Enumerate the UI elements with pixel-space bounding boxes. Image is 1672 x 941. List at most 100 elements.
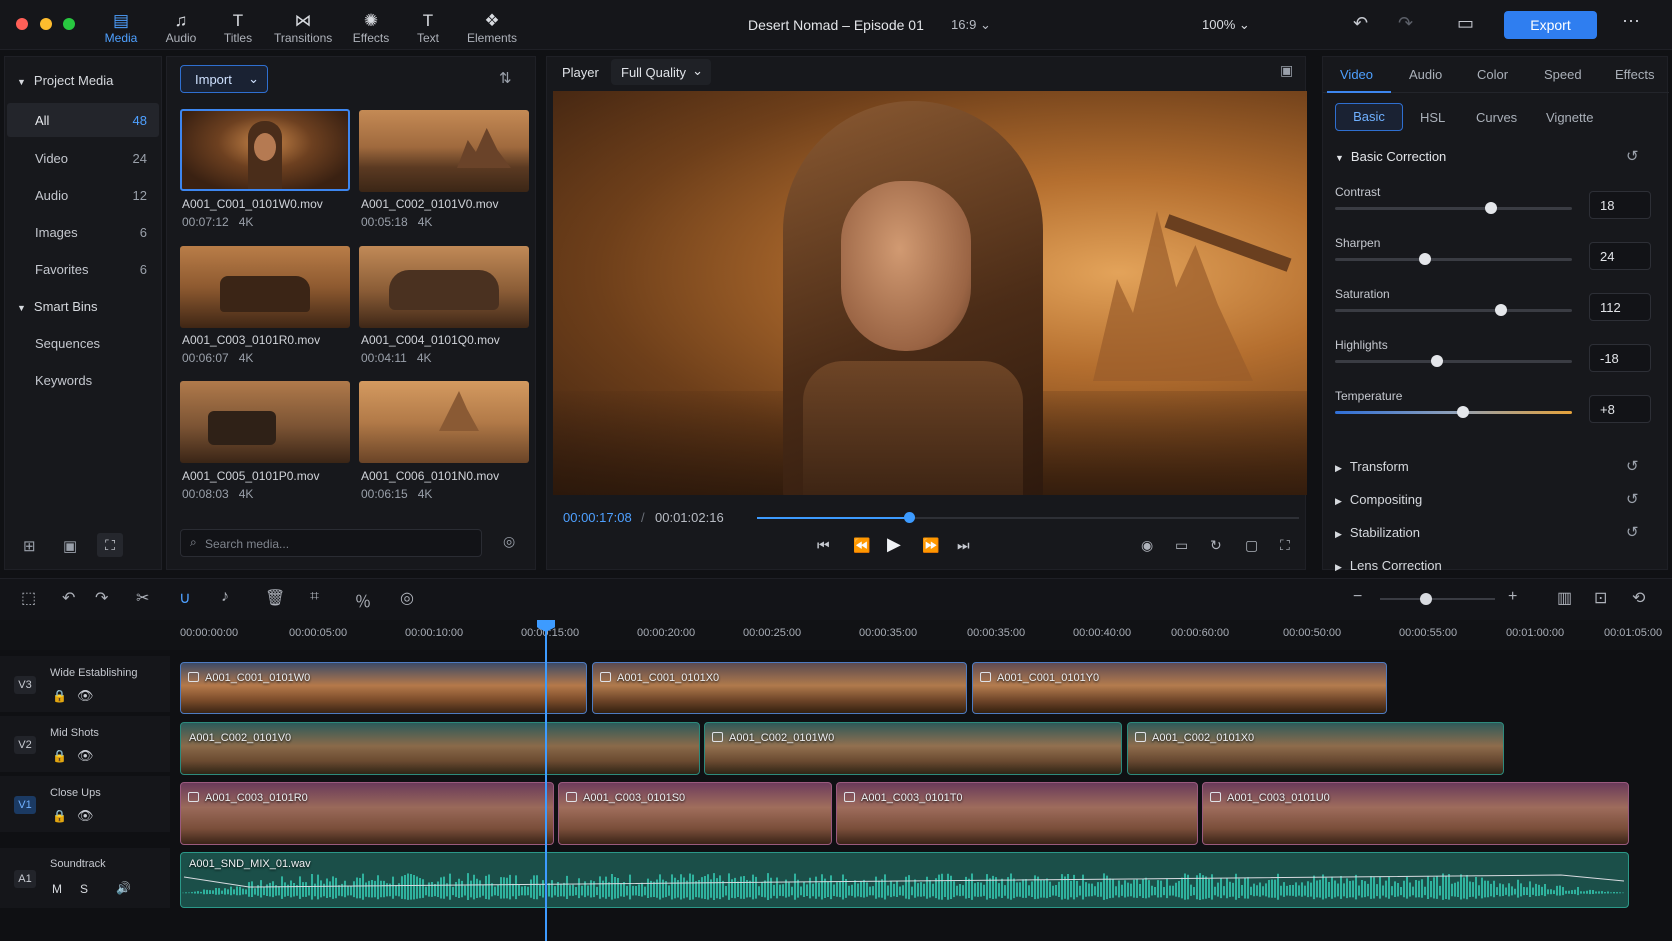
filter-icon[interactable]: ◎ <box>503 533 515 550</box>
minimize-window-button[interactable] <box>40 18 52 30</box>
timeline-clip[interactable]: A001_C001_0101X0 <box>592 662 967 714</box>
stabilization-section[interactable]: ▶ Stabilization <box>1335 525 1420 540</box>
media-thumbnail[interactable] <box>180 109 350 191</box>
sharpen-value-input[interactable]: 24 <box>1589 242 1651 270</box>
search-field[interactable]: ⌕ Search media... <box>180 529 482 557</box>
sidebar-item-video[interactable]: Video 24 <box>7 141 159 175</box>
toolbar-elements[interactable]: ❖ Elements <box>463 11 521 47</box>
lock-icon[interactable]: 🔒 <box>52 689 67 703</box>
skip-to-start-icon[interactable]: ⏮ <box>817 537 830 554</box>
quality-dropdown[interactable]: Full Quality ⌄ <box>611 59 711 85</box>
list-view-icon[interactable]: ⊞ <box>23 537 36 555</box>
highlights-value-input[interactable]: -18 <box>1589 344 1651 372</box>
track-id-a1[interactable]: A1 <box>14 870 36 888</box>
fullscreen-icon[interactable]: ⛶ <box>1280 537 1290 554</box>
toolbar-media[interactable]: ▤ Media <box>92 11 150 47</box>
undo-icon[interactable]: ↶ <box>1353 13 1368 34</box>
more-icon[interactable]: ⋯ <box>1622 11 1640 32</box>
eye-icon[interactable]: 👁 <box>77 748 94 764</box>
volume-icon[interactable]: 🔊 <box>116 881 131 895</box>
play-icon[interactable]: ▶ <box>887 534 901 555</box>
smart-bins-header[interactable]: ▼ Smart Bins <box>17 299 98 314</box>
eye-icon[interactable]: 👁 <box>77 808 94 824</box>
timeline-clip[interactable]: A001_C002_0101W0 <box>704 722 1122 775</box>
subtab-basic[interactable]: Basic <box>1335 103 1403 131</box>
crop-preview-icon[interactable]: ▢ <box>1245 537 1258 554</box>
settings-icon[interactable]: ⟲ <box>1632 588 1645 608</box>
step-back-icon[interactable]: ⏪ <box>853 537 870 554</box>
lock-icon[interactable]: 🔒 <box>52 809 67 823</box>
project-media-header[interactable]: ▼ Project Media <box>17 73 113 88</box>
scrub-bar[interactable] <box>757 512 1299 523</box>
media-thumbnail[interactable] <box>180 381 350 463</box>
slider-handle[interactable] <box>1495 304 1507 316</box>
fullscreen-view-icon[interactable]: ⛶ <box>97 533 123 557</box>
basic-correction-header[interactable]: ▼ Basic Correction <box>1335 149 1446 164</box>
zoom-handle[interactable] <box>1420 593 1432 605</box>
solo-button[interactable]: S <box>80 882 88 896</box>
timeline-clip[interactable]: A001_C003_0101R0 <box>180 782 554 845</box>
subtab-vignette[interactable]: Vignette <box>1546 110 1593 125</box>
slider-handle[interactable] <box>1419 253 1431 265</box>
close-window-button[interactable] <box>16 18 28 30</box>
lock-icon[interactable]: 🔒 <box>52 749 67 763</box>
speed-icon[interactable]: ％ <box>355 588 371 612</box>
toolbar-effects[interactable]: ✺ Effects <box>342 11 400 47</box>
temperature-value-input[interactable]: +8 <box>1589 395 1651 423</box>
undo-icon[interactable]: ↶ <box>62 588 75 608</box>
sidebar-item-keywords[interactable]: Keywords <box>35 373 92 388</box>
toolbar-audio[interactable]: ♫ Audio <box>152 11 210 47</box>
import-dropdown[interactable]: Import ⌄ <box>180 65 268 93</box>
playhead[interactable] <box>545 620 547 941</box>
step-forward-icon[interactable]: ⏩ <box>922 537 939 554</box>
snapshot-icon[interactable]: ◉ <box>1141 537 1153 554</box>
tab-color[interactable]: Color <box>1477 67 1508 82</box>
saturation-slider[interactable] <box>1335 304 1572 316</box>
audio-detach-icon[interactable]: ♪ <box>221 588 229 606</box>
track-id-v2[interactable]: V2 <box>14 736 36 754</box>
timeline-clip[interactable]: A001_C003_0101U0 <box>1202 782 1629 845</box>
maximize-window-button[interactable] <box>63 18 75 30</box>
toolbar-titles[interactable]: T Titles <box>209 11 267 47</box>
sidebar-item-sequences[interactable]: Sequences <box>35 336 100 351</box>
timeline-zoom-slider[interactable] <box>1380 593 1495 605</box>
tab-video[interactable]: Video <box>1340 67 1373 82</box>
zoom-in-icon[interactable]: + <box>1508 588 1517 606</box>
contrast-value-input[interactable]: 18 <box>1589 191 1651 219</box>
track-id-v1[interactable]: V1 <box>14 796 36 814</box>
timeline-clip[interactable]: A001_C003_0101S0 <box>558 782 832 845</box>
crop-icon[interactable]: ⌗ <box>310 588 319 606</box>
scrub-handle[interactable] <box>903 512 915 523</box>
reset-icon[interactable]: ↺ <box>1626 457 1639 475</box>
grid-view-icon[interactable]: ▣ <box>63 537 77 555</box>
timeline-clip[interactable]: A001_C003_0101T0 <box>836 782 1198 845</box>
reset-icon[interactable]: ↺ <box>1626 523 1639 541</box>
compositing-section[interactable]: ▶ Compositing <box>1335 492 1422 507</box>
transform-section[interactable]: ▶ Transform <box>1335 459 1409 474</box>
contrast-slider[interactable] <box>1335 202 1572 214</box>
sharpen-slider[interactable] <box>1335 253 1572 265</box>
snap-icon[interactable]: ⊡ <box>1594 588 1607 608</box>
saturation-value-input[interactable]: 112 <box>1589 293 1651 321</box>
mute-button[interactable]: M <box>52 882 62 896</box>
timeline-clip[interactable]: A001_C002_0101V0 <box>180 722 700 775</box>
zoom-out-icon[interactable]: − <box>1353 588 1362 606</box>
reset-icon[interactable]: ↺ <box>1626 490 1639 508</box>
fit-icon[interactable]: ▥ <box>1557 588 1572 608</box>
export-button[interactable]: Export <box>1504 11 1597 39</box>
track-id-v3[interactable]: V3 <box>14 676 36 694</box>
tab-effects[interactable]: Effects <box>1615 67 1655 82</box>
select-tool-icon[interactable]: ⬚ <box>21 588 36 608</box>
reset-icon[interactable]: ↺ <box>1626 147 1639 165</box>
timeline-clip[interactable]: A001_C002_0101X0 <box>1127 722 1504 775</box>
slider-handle[interactable] <box>1485 202 1497 214</box>
marker-icon[interactable]: ◎ <box>400 588 414 608</box>
eye-icon[interactable]: 👁 <box>77 688 94 704</box>
zoom-dropdown[interactable]: 100% ⌄ <box>1202 17 1250 33</box>
skip-to-end-icon[interactable]: ⏭ <box>957 537 970 554</box>
loop-icon[interactable]: ↻ <box>1210 537 1222 554</box>
safe-area-icon[interactable]: ▣ <box>1280 62 1293 79</box>
timeline-clip[interactable]: A001_C001_0101W0 <box>180 662 587 714</box>
sidebar-item-favorites[interactable]: Favorites 6 <box>7 252 159 286</box>
subtab-hsl[interactable]: HSL <box>1420 110 1445 125</box>
